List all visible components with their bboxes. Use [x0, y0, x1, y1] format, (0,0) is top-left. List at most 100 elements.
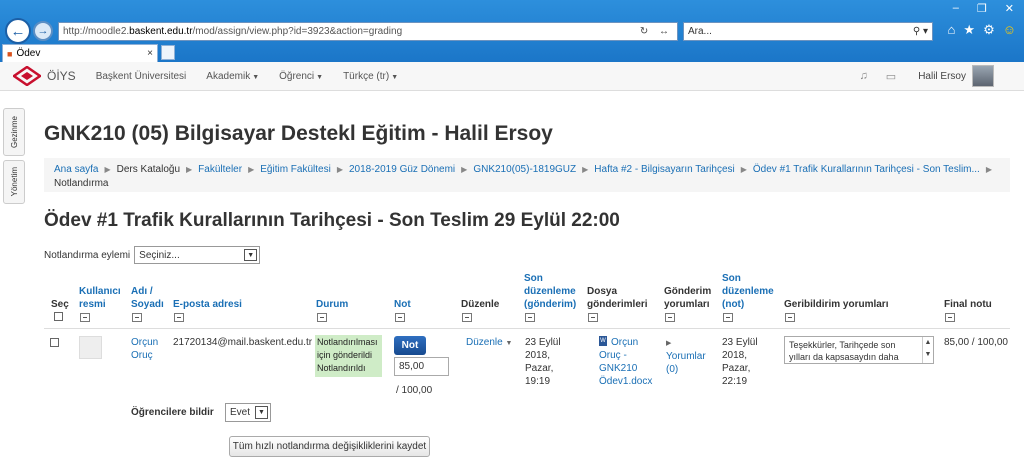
- student-email: 21720134@mail.baskent.edu.tr: [173, 337, 313, 348]
- breadcrumb-item[interactable]: GNK210(05)-1819GUZ: [473, 164, 576, 175]
- assignment-title: Ödev #1 Trafik Kurallarının Tarihçesi - …: [44, 210, 620, 231]
- notifications-bell-icon[interactable]: ♫: [860, 70, 868, 82]
- forward-button[interactable]: →: [33, 21, 53, 41]
- grade-max: / 100,00: [396, 385, 433, 396]
- comments-link-line2[interactable]: (0): [666, 364, 678, 375]
- header-user-picture-line1: Kullanıcı: [79, 286, 121, 297]
- file-link-line4[interactable]: Ödev1.docx: [599, 376, 652, 387]
- nav-language-menu[interactable]: Türkçe (tr) ▼: [343, 71, 398, 82]
- collapse-column-icon[interactable]: [665, 313, 675, 322]
- nav-baskent-universitesi[interactable]: Başkent Üniversitesi: [96, 71, 187, 82]
- breadcrumb-item[interactable]: Ana sayfa: [54, 164, 98, 175]
- header-lms-line2: düzenleme: [524, 286, 576, 297]
- collapse-column-icon[interactable]: [785, 313, 795, 322]
- favorites-star-icon[interactable]: ★: [963, 22, 975, 38]
- breadcrumb-item[interactable]: Fakülteler: [198, 164, 242, 175]
- search-placeholder: Ara...: [688, 26, 712, 37]
- back-button[interactable]: ←: [5, 18, 31, 44]
- grade-date-line3: Pazar,: [722, 363, 751, 374]
- sidetab-navigation-label: Gezinme: [9, 115, 19, 148]
- nav-akademik-menu[interactable]: Akademik ▼: [206, 71, 259, 82]
- site-navbar: ÖİYS Başkent Üniversitesi Akademik ▼ Öğre…: [0, 62, 1024, 91]
- address-bar[interactable]: http://moodle2. baskent.edu.tr/mod/assign…: [58, 22, 678, 41]
- file-link-line2[interactable]: Oruç -: [599, 350, 627, 361]
- collapse-column-icon[interactable]: [80, 313, 90, 322]
- row-select-checkbox[interactable]: [50, 338, 59, 347]
- breadcrumb-item[interactable]: Hafta #2 - Bilgisayarın Tarihçesi: [594, 164, 734, 175]
- header-lmg-line2: düzenleme: [722, 286, 774, 297]
- grade-date-line2: 2018,: [722, 350, 748, 361]
- breadcrumb-separator-icon: ▶: [336, 165, 343, 174]
- header-lms-line1: Son: [524, 273, 543, 284]
- file-link-line3[interactable]: GNK210: [599, 363, 637, 374]
- home-icon[interactable]: ⌂: [948, 22, 956, 38]
- close-tab-icon[interactable]: ×: [147, 48, 153, 59]
- settings-gear-icon[interactable]: ⚙: [983, 22, 995, 38]
- notify-students-select[interactable]: Evet ▼: [225, 403, 271, 422]
- grade-button[interactable]: Not: [394, 336, 426, 355]
- user-name[interactable]: Halil Ersoy: [918, 71, 966, 82]
- sidetab-administration[interactable]: Yönetim: [3, 160, 25, 204]
- sidetab-navigation[interactable]: Gezinme: [3, 108, 25, 156]
- grade-date: 23 Eylül 2018, Pazar, 22:19: [722, 336, 758, 388]
- header-user-picture[interactable]: Kullanıcı resmi: [79, 285, 121, 311]
- nav-language-label: Türkçe (tr): [343, 70, 390, 82]
- submission-comments[interactable]: ▶ Yorumlar (0): [666, 336, 706, 376]
- collapse-column-icon[interactable]: [945, 313, 955, 322]
- header-name[interactable]: Adı / Soyadı: [131, 285, 164, 311]
- collapse-column-icon[interactable]: [588, 313, 598, 322]
- brand[interactable]: ÖİYS: [13, 66, 76, 86]
- collapse-column-icon[interactable]: [525, 313, 535, 322]
- breadcrumb-separator-icon: ▶: [104, 165, 111, 174]
- status-line2: için gönderildi: [317, 350, 373, 360]
- close-window-icon[interactable]: ✕: [1005, 2, 1014, 15]
- search-box[interactable]: Ara... ⚲ ▾: [683, 22, 933, 41]
- comments-link-line1[interactable]: Yorumlar: [666, 351, 706, 362]
- grade-input[interactable]: 85,00: [394, 357, 449, 376]
- moodle-favicon-icon: ■: [7, 48, 13, 59]
- header-last-modified-submission[interactable]: Son düzenleme (gönderim): [524, 272, 576, 311]
- textarea-scrollbar[interactable]: ▲ ▼: [922, 337, 933, 363]
- edit-menu[interactable]: Düzenle ▼: [466, 336, 512, 350]
- collapse-column-icon[interactable]: [462, 313, 472, 322]
- select-all-checkbox[interactable]: [54, 312, 63, 321]
- collapse-column-icon[interactable]: [395, 313, 405, 322]
- breadcrumb-item[interactable]: Ödev #1 Trafik Kurallarının Tarihçesi - …: [753, 164, 980, 175]
- word-document-icon: W: [599, 336, 607, 346]
- feedback-textarea[interactable]: Teşekkürler, Tarihçede son yılları da kap…: [784, 336, 934, 364]
- header-last-modified-grade[interactable]: Son düzenleme (not): [722, 272, 774, 311]
- status-line1: Notlandırılması: [317, 337, 378, 347]
- collapse-column-icon[interactable]: [174, 313, 184, 322]
- collapse-column-icon[interactable]: [132, 313, 142, 322]
- notify-students-label: Öğrencilere bildir: [131, 407, 214, 418]
- browser-tab[interactable]: ■ Ödev ×: [2, 44, 158, 62]
- collapse-column-icon[interactable]: [317, 313, 327, 322]
- header-grade[interactable]: Not: [394, 298, 411, 311]
- grading-action-select[interactable]: Seçiniz... ▼: [134, 246, 261, 264]
- save-quick-grading-button[interactable]: Tüm hızlı notlandırma değişikliklerini k…: [229, 436, 430, 457]
- new-tab-button[interactable]: [161, 45, 175, 60]
- avatar[interactable]: [972, 65, 994, 87]
- student-name-link[interactable]: Orçun Oruç: [131, 336, 158, 362]
- restore-icon[interactable]: ❐: [977, 2, 987, 15]
- oiys-logo-icon: [13, 66, 41, 86]
- breadcrumb-item[interactable]: Eğitim Fakültesi: [260, 164, 331, 175]
- nav-ogrenci-label: Öğrenci: [279, 70, 315, 82]
- header-feedback-comments: Geribildirim yorumları: [784, 299, 889, 310]
- refresh-icon[interactable]: ↻ ↔: [640, 26, 673, 37]
- header-status[interactable]: Durum: [316, 298, 348, 311]
- collapse-column-icon[interactable]: [723, 313, 733, 322]
- submission-date: 23 Eylül 2018, Pazar, 19:19: [525, 336, 561, 388]
- header-files-line1: Dosya: [587, 286, 618, 297]
- minimize-icon[interactable]: –: [953, 2, 959, 15]
- expand-triangle-icon: ▶: [666, 340, 672, 347]
- file-link-line1[interactable]: Orçun: [611, 337, 638, 348]
- header-email[interactable]: E-posta adresi: [173, 298, 242, 311]
- messages-icon[interactable]: ▭: [886, 70, 896, 83]
- nav-ogrenci-menu[interactable]: Öğrenci ▼: [279, 71, 323, 82]
- user-picture[interactable]: [79, 336, 102, 359]
- file-submission[interactable]: W Orçun Oruç - GNK210 Ödev1.docx: [599, 336, 652, 388]
- breadcrumb-item[interactable]: 2018-2019 Güz Dönemi: [349, 164, 455, 175]
- search-icon[interactable]: ⚲ ▾: [913, 26, 928, 37]
- feedback-smiley-icon[interactable]: ☺: [1003, 22, 1016, 38]
